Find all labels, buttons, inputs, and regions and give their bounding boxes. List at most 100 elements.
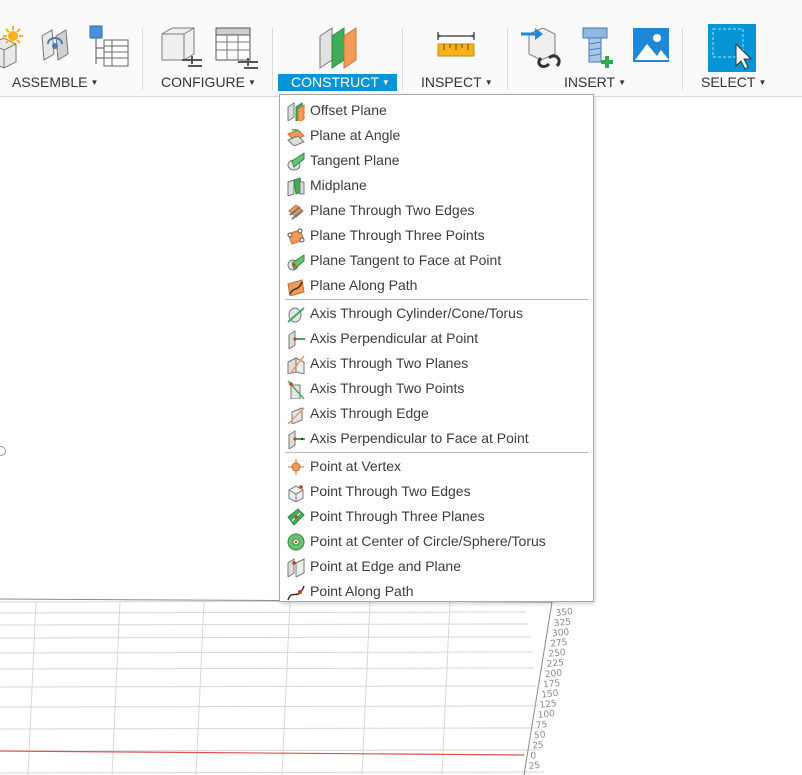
toolbar-group-construct: CONSTRUCT ▼: [278, 0, 398, 96]
menu-item-point-edge-plane[interactable]: Point at Edge and Plane: [280, 554, 593, 579]
chevron-down-icon: ▼: [381, 78, 390, 87]
toolbar-group-insert: INSERT ▼: [515, 0, 680, 96]
grid-line: [0, 636, 531, 639]
plane-two-edges-icon: [286, 201, 306, 221]
assemble-menu-button[interactable]: ASSEMBLE ▼: [12, 74, 98, 91]
inspect-menu-button[interactable]: INSPECT ▼: [421, 74, 493, 91]
midplane-icon: [286, 176, 306, 197]
menu-item-label: Midplane: [310, 177, 367, 193]
menu-item-plane-two-edges[interactable]: Plane Through Two Edges: [280, 198, 593, 223]
menu-item-axis-perpendicular-point[interactable]: Axis Perpendicular at Point: [280, 326, 593, 351]
select-window-icon[interactable]: [708, 24, 756, 72]
menu-item-label: Offset Plane: [310, 102, 387, 118]
insert-fastener-icon[interactable]: [577, 24, 621, 70]
menu-item-label: Point at Edge and Plane: [310, 558, 462, 574]
menu-item-point-three-planes[interactable]: Point Through Three Planes: [280, 504, 593, 529]
grid-line: [195, 601, 205, 775]
menu-item-axis-perpendicular-face[interactable]: Axis Perpendicular to Face at Point: [280, 426, 593, 451]
construct-dropdown-menu: Offset Plane Plane at Angle Tangent Plane M…: [279, 94, 594, 602]
menu-item-point-along-path[interactable]: Point Along Path: [280, 579, 593, 604]
menu-item-midplane[interactable]: Midplane: [280, 173, 593, 198]
grid-line: [0, 771, 545, 774]
menu-item-label: Tangent Plane: [310, 152, 400, 168]
axis-edge-icon: [286, 404, 306, 425]
menu-item-label: Plane Through Three Points: [310, 227, 485, 243]
menu-item-label: Axis Through Two Planes: [310, 355, 469, 371]
toolbar-separator: [402, 28, 403, 90]
grid-line: [0, 749, 543, 752]
grid-line: [0, 685, 537, 688]
toolbar-group-select: SELECT ▼: [690, 0, 800, 96]
menu-item-label: Point Through Three Planes: [310, 508, 485, 524]
menu-separator: [285, 452, 588, 453]
inspect-label: INSPECT: [421, 74, 482, 90]
configuration-table-icon[interactable]: [214, 24, 258, 70]
grid-ruler: 3503253002752502252001751501251007550250…: [528, 607, 573, 772]
toolbar-group-inspect: INSPECT ▼: [410, 0, 500, 96]
menu-item-plane-at-angle[interactable]: Plane at Angle: [280, 123, 593, 148]
toolbar: ASSEMBLE ▼ CONFIGURE ▼ CONSTRUCT ▼ INSPE…: [0, 0, 802, 97]
menu-item-label: Plane Tangent to Face at Point: [310, 252, 502, 268]
grid-line: [441, 601, 451, 775]
insert-image-icon[interactable]: [631, 24, 675, 70]
configure-parameters-icon[interactable]: [158, 24, 202, 70]
plane-items-section: Offset Plane Plane at Angle Tangent Plane M…: [280, 98, 593, 298]
menu-item-label: Point Through Two Edges: [310, 483, 471, 499]
menu-item-tangent-plane[interactable]: Tangent Plane: [280, 148, 593, 173]
menu-item-point-vertex[interactable]: Point at Vertex: [280, 454, 593, 479]
measure-icon[interactable]: [436, 24, 480, 70]
insert-label: INSERT: [564, 74, 616, 90]
menu-item-label: Plane at Angle: [310, 127, 401, 143]
menu-item-label: Axis Through Cylinder/Cone/Torus: [310, 305, 523, 321]
menu-item-label: Point at Vertex: [310, 458, 402, 474]
axis-perpendicular-face-icon: [286, 429, 306, 450]
new-component-icon[interactable]: [0, 24, 30, 70]
menu-item-label: Axis Perpendicular at Point: [310, 330, 479, 346]
toolbar-separator: [507, 28, 508, 90]
construct-label: CONSTRUCT: [291, 74, 379, 90]
construct-menu-button[interactable]: CONSTRUCT ▼: [278, 74, 397, 91]
x-axis-line: [0, 750, 525, 756]
grid-line: [0, 651, 533, 654]
grid-line: [0, 727, 541, 730]
plane-along-path-icon: [286, 276, 306, 297]
grid-line: [0, 705, 539, 708]
configure-label: CONFIGURE: [161, 74, 245, 90]
menu-item-plane-along-path[interactable]: Plane Along Path: [280, 273, 593, 298]
point-along-path-icon: [286, 582, 306, 602]
menu-item-label: Point at Center of Circle/Sphere/Torus: [310, 533, 546, 549]
point-items-section: Point at Vertex Point Through Two Edges Po…: [280, 454, 593, 604]
toolbar-separator: [142, 28, 143, 90]
menu-item-axis-cylinder[interactable]: Axis Through Cylinder/Cone/Torus: [280, 301, 593, 326]
menu-item-point-center[interactable]: Point at Center of Circle/Sphere/Torus: [280, 529, 593, 554]
menu-item-point-two-edges[interactable]: Point Through Two Edges: [280, 479, 593, 504]
component-tree-icon[interactable]: [88, 24, 132, 70]
grid-line: [0, 667, 535, 670]
menu-item-offset-plane[interactable]: Offset Plane: [280, 98, 593, 124]
menu-item-label: Plane Through Two Edges: [310, 202, 475, 218]
point-two-edges-icon: [286, 482, 306, 503]
insert-derive-icon[interactable]: [519, 24, 563, 70]
menu-item-label: Axis Through Two Points: [310, 380, 465, 396]
insert-menu-button[interactable]: INSERT ▼: [564, 74, 626, 91]
construct-plane-icon[interactable]: [316, 24, 360, 70]
menu-item-plane-tangent-face[interactable]: Plane Tangent to Face at Point: [280, 248, 593, 273]
grid-line: [281, 601, 291, 775]
menu-item-axis-edge[interactable]: Axis Through Edge: [280, 401, 593, 426]
toolbar-group-assemble: ASSEMBLE ▼: [0, 0, 129, 96]
menu-item-label: Point Along Path: [310, 583, 414, 599]
toolbar-separator: [272, 28, 273, 90]
menu-item-axis-two-planes[interactable]: Axis Through Two Planes: [280, 351, 593, 376]
menu-item-plane-three-points[interactable]: Plane Through Three Points: [280, 223, 593, 248]
axis-perpendicular-point-icon: [286, 329, 306, 350]
configure-menu-button[interactable]: CONFIGURE ▼: [161, 74, 256, 91]
axis-two-planes-icon: [286, 354, 306, 375]
grid-line: [111, 601, 121, 775]
menu-separator: [285, 299, 588, 300]
menu-item-axis-two-points[interactable]: Axis Through Two Points: [280, 376, 593, 401]
offset-plane-icon: [286, 101, 306, 124]
plane-three-points-icon: [286, 226, 306, 246]
plane-at-angle-icon: [286, 126, 306, 147]
joint-icon[interactable]: [36, 24, 80, 70]
select-menu-button[interactable]: SELECT ▼: [701, 74, 766, 91]
